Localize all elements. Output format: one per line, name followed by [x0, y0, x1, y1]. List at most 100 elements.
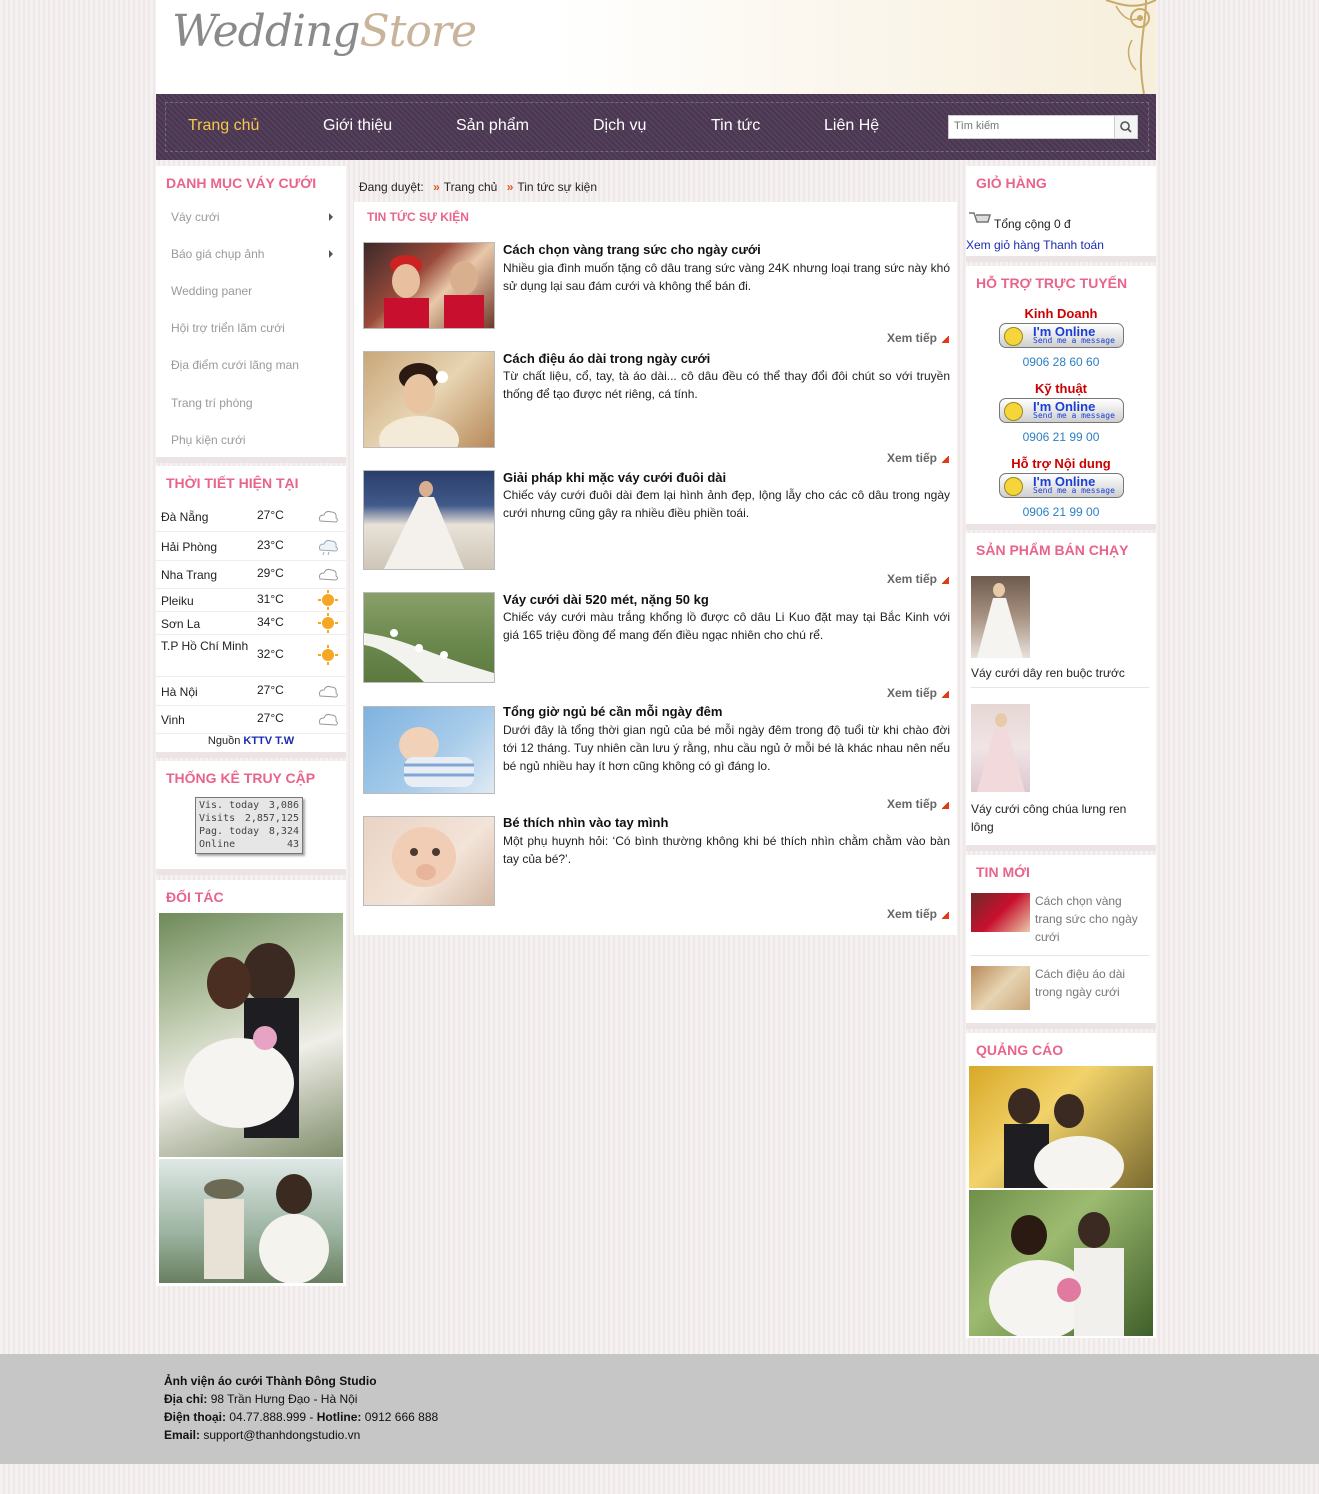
category-item[interactable]: Hội trợ triển lãm cưới — [171, 321, 285, 335]
news-title[interactable]: Giải pháp khi mặc váy cưới đuôi dài — [503, 470, 726, 485]
news-thumbnail[interactable] — [971, 966, 1030, 1010]
breadcrumb-separator: » — [433, 180, 440, 194]
search-input[interactable] — [951, 118, 1115, 134]
read-more-link[interactable]: Xem tiếp — [887, 686, 937, 700]
read-more-link[interactable]: Xem tiếp — [887, 331, 937, 345]
nav-products[interactable]: Sản phẩm — [456, 117, 529, 135]
partner-photo[interactable] — [159, 913, 343, 1157]
news-description: Chiếc váy cưới đuôi dài đem lại hình ảnh… — [503, 488, 950, 520]
stats-value: 43 — [286, 839, 299, 850]
logo[interactable]: WeddingStore — [172, 6, 477, 57]
divider — [971, 687, 1149, 688]
stats-value: 3,086 — [268, 800, 299, 811]
news-title[interactable]: Tổng giờ ngủ bé cần mỗi ngày đêm — [503, 704, 722, 719]
cart-box: Giỏ hàng Tổng cộng 0 đ Xem giỏ hàng Than… — [966, 166, 1156, 262]
support-phone[interactable]: 0906 28 60 60 — [966, 355, 1156, 369]
ads-title: Quảng cáo — [976, 1042, 1064, 1058]
footer-address: Địa chỉ: 98 Trần Hưng Đạo - Hà Nội — [164, 1392, 357, 1406]
category-item[interactable]: Wedding paner — [171, 284, 252, 298]
sun-icon — [316, 613, 340, 636]
footer-address-value: 98 Trần Hưng Đạo - Hà Nội — [210, 1392, 358, 1406]
online-chat-button[interactable]: I'm Online Send me a message — [999, 473, 1124, 498]
cart-total: Tổng cộng 0 đ — [994, 217, 1071, 231]
breadcrumb-separator: » — [506, 180, 514, 194]
read-more-link[interactable]: Xem tiếp — [887, 572, 937, 586]
bride-photo — [384, 255, 484, 328]
divider — [971, 955, 1149, 956]
weather-city: Hải Phòng — [161, 540, 218, 554]
product-name[interactable]: Váy cưới công chúa lưng ren lông — [971, 800, 1146, 836]
news-description: Từ chất liệu, cổ, tay, tà áo dài... cô d… — [503, 369, 950, 401]
product-thumbnail[interactable] — [971, 704, 1030, 792]
search-button[interactable] — [1114, 116, 1137, 138]
weather-box: Thời tiết hiện tại Đà Nẵng 27°C Hải Phòng 2… — [156, 466, 346, 758]
category-item[interactable]: Váy cưới — [171, 210, 341, 224]
footer-phone-value: 04.77.888.999 — [229, 1410, 307, 1424]
footer-email-value[interactable]: support@thanhdongstudio.vn — [203, 1428, 360, 1442]
news-thumbnail[interactable] — [363, 351, 495, 448]
weather-row: Nha Trang 29°C — [156, 560, 346, 589]
support-phone[interactable]: 0906 21 99 00 — [966, 505, 1156, 519]
news-title[interactable]: Bé thích nhìn vào tay mình — [503, 815, 668, 830]
logo-text-wedding: Wedding — [172, 6, 361, 57]
partner-photo[interactable] — [159, 1159, 343, 1283]
bestseller-box: Sản phẩm bán chạy Váy cưới dây ren buộc … — [966, 533, 1156, 851]
news-panel: Tin tức sự kiện Cách chọn vàng trang sức… — [354, 202, 957, 935]
weather-row: Pleiku 31°C — [156, 588, 346, 612]
news-thumbnail[interactable] — [363, 816, 495, 906]
footer-email: Email: support@thanhdongstudio.vn — [164, 1428, 360, 1442]
new-news-item[interactable]: Cách chọn vàng trang sức cho ngày cưới — [1035, 892, 1150, 946]
nav-about[interactable]: Giới thiệu — [323, 117, 392, 135]
weather-temp: 32°C — [257, 647, 284, 661]
category-item[interactable]: Báo giá chụp ảnh — [171, 247, 341, 261]
couple-photo — [184, 943, 299, 1138]
online-chat-button[interactable]: I'm Online Send me a message — [999, 323, 1124, 348]
product-thumbnail[interactable] — [971, 576, 1030, 658]
breadcrumb-home[interactable]: Trang chủ — [444, 180, 498, 194]
cart-link[interactable]: Xem giỏ hàng Thanh toán — [966, 238, 1104, 252]
news-panel-title: Tin tức sự kiện — [367, 210, 469, 224]
chevron-right-icon — [329, 250, 333, 258]
stats-value: 8,324 — [268, 826, 299, 837]
news-thumbnail[interactable] — [363, 470, 495, 570]
footer-phone: Điện thoại: 04.77.888.999 - Hotline: 091… — [164, 1410, 439, 1424]
nav-services[interactable]: Dịch vụ — [593, 117, 646, 135]
stats-label: Visits — [199, 813, 236, 824]
weather-source-label: Nguồn — [207, 735, 241, 747]
news-thumbnail[interactable] — [363, 592, 495, 683]
stats-label: Online — [199, 839, 236, 850]
nav-contact[interactable]: Liên Hệ — [824, 117, 879, 135]
news-title[interactable]: Cách điệu áo dài trong ngày cưới — [503, 351, 710, 366]
read-more-link[interactable]: Xem tiếp — [887, 907, 937, 921]
new-news-item[interactable]: Cách điệu áo dài trong ngày cưới — [1035, 965, 1150, 1001]
news-description: Dưới đây là tổng thời gian ngủ của bé mỗ… — [503, 723, 950, 773]
cloud-icon — [316, 564, 340, 587]
category-item[interactable]: Trang trí phòng — [171, 396, 253, 410]
category-item[interactable]: Địa điểm cưới lãng man — [171, 358, 299, 372]
stats-label: Pag. today — [199, 826, 260, 837]
support-phone[interactable]: 0906 21 99 00 — [966, 430, 1156, 444]
news-title[interactable]: Cách chọn vàng trang sức cho ngày cưới — [503, 242, 761, 257]
dress-photo — [977, 583, 1023, 658]
ad-banner[interactable] — [969, 1066, 1153, 1188]
online-subtext: Send me a message — [1033, 411, 1115, 420]
weather-row: Sơn La 34°C — [156, 611, 346, 635]
product-name[interactable]: Váy cưới dây ren buộc trước — [971, 666, 1125, 680]
ads-box: Quảng cáo — [966, 1033, 1156, 1338]
news-thumbnail[interactable] — [363, 242, 495, 329]
weather-source-link[interactable]: KTTV T.W — [243, 735, 294, 747]
stats-row: Visits 2,857,125 — [199, 813, 299, 826]
nav-home[interactable]: Trang chủ — [188, 117, 259, 135]
footer-email-label: Email: — [164, 1428, 201, 1442]
news-title[interactable]: Váy cưới dài 520 mét, nặng 50 kg — [503, 592, 709, 607]
stats-label: Vis. today — [199, 800, 260, 811]
category-item[interactable]: Phụ kiện cưới — [171, 433, 246, 447]
news-thumbnail[interactable] — [971, 893, 1030, 932]
read-more-link[interactable]: Xem tiếp — [887, 797, 937, 811]
footer: Ảnh viện áo cưới Thành Đông Studio Địa c… — [0, 1354, 1319, 1464]
nav-news[interactable]: Tin tức — [711, 117, 760, 135]
news-thumbnail[interactable] — [363, 706, 495, 794]
online-chat-button[interactable]: I'm Online Send me a message — [999, 398, 1124, 423]
ad-banner[interactable] — [969, 1190, 1153, 1336]
read-more-link[interactable]: Xem tiếp — [887, 451, 937, 465]
